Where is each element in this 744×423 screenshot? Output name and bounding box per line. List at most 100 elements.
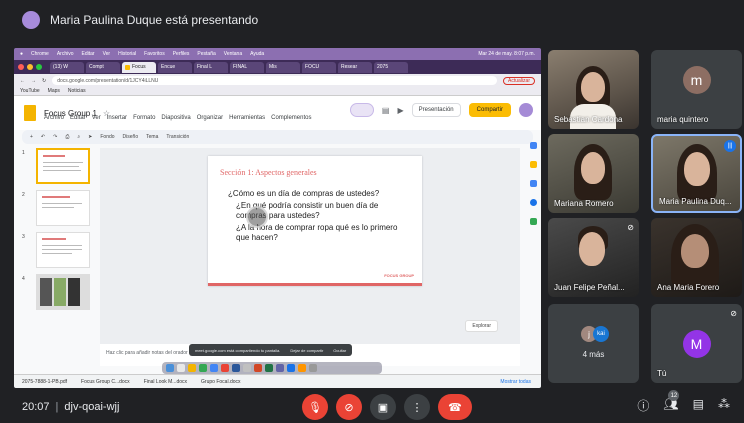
download-item: 2075-7888-1-PB.pdf xyxy=(22,378,68,385)
participant-tile[interactable]: Ana Maria Forero xyxy=(651,218,742,297)
chrome-icon xyxy=(210,364,218,372)
mac-menu-item: Historial xyxy=(118,51,137,57)
calendar-app-icon xyxy=(221,364,229,372)
zoom-app-icon xyxy=(287,364,295,372)
info-button[interactable]: ⓘ xyxy=(637,397,649,414)
participant-tile-active-speaker[interactable]: ||| Maria Paulina Duq... xyxy=(651,134,742,213)
browser-tab: FINAL xyxy=(230,61,264,73)
download-item: Grupo Focal.docx xyxy=(201,378,241,385)
powerpoint-icon xyxy=(254,364,262,372)
slides-menu-item: Diapositiva xyxy=(161,115,191,121)
mac-menu-item: Editar xyxy=(81,51,95,57)
participant-tile[interactable]: ⊘ Juan Felipe Peñal... xyxy=(548,218,639,297)
mac-clock: Mar 24 de may. 8:07 p.m. xyxy=(478,51,535,57)
slide-accent-bar xyxy=(208,283,422,286)
browser-tab-strip: (13) W Compt Focus Encue Final L FINAL M… xyxy=(14,60,541,74)
window-controls xyxy=(18,64,42,70)
preview-icon xyxy=(298,364,306,372)
browser-tab: (13) W xyxy=(50,61,84,73)
mac-menu-item: Favoritos xyxy=(144,51,165,57)
hide-button: Ocultar xyxy=(333,347,347,353)
bookmark-item: YouTube xyxy=(20,88,40,94)
toolbar-item: Diseño xyxy=(122,134,139,140)
self-avatar: M xyxy=(682,330,711,358)
slides-tab-icon xyxy=(125,64,130,70)
mic-off-icon: 🎙︎ xyxy=(308,401,322,414)
apple-icon: ● xyxy=(20,51,24,57)
mac-dock xyxy=(162,362,382,374)
more-participants-tile[interactable]: j kai 4 más xyxy=(548,304,639,383)
show-all-downloads: Mostrar todas xyxy=(500,378,531,385)
participant-name: Ana Maria Forero xyxy=(657,283,720,292)
camera-toggle-button[interactable]: ⊘ xyxy=(336,394,362,420)
screen-share-notice: meet.google.com está compartiendo tu pan… xyxy=(189,344,353,356)
present-icon: ▣ xyxy=(377,401,389,414)
mac-menu-item: Ayuda xyxy=(250,51,265,57)
toolbar-item: Fondo xyxy=(100,134,115,140)
more-participants-label: 4 más xyxy=(582,350,605,359)
browser-tab: Compt xyxy=(86,61,120,73)
account-avatar xyxy=(519,103,533,117)
meet-pill-icon xyxy=(349,103,374,117)
activities-button[interactable]: ⁂ xyxy=(718,397,730,414)
presenting-text: Maria Paulina Duque está presentando xyxy=(50,13,259,27)
bookmark-item: Noticias xyxy=(67,88,86,94)
mac-menu-item: Pestaña xyxy=(197,51,216,57)
leave-call-button[interactable]: ☎ xyxy=(438,394,472,420)
slides-menu-item: Archivo xyxy=(44,115,65,121)
slide-thumbnail xyxy=(36,274,90,310)
slide-thumbnail xyxy=(36,232,90,268)
info-icon: ⓘ xyxy=(637,399,650,413)
address-bar: ← → ↻ docs.google.com/presentation/d/1JC… xyxy=(14,74,541,87)
minimize-dot-icon xyxy=(27,64,33,70)
thumb-number: 2 xyxy=(22,192,25,198)
activities-icon: ⁂ xyxy=(718,397,730,411)
participant-tile[interactable]: Mariana Romero xyxy=(548,134,639,213)
more-avatars: j kai xyxy=(581,326,609,342)
participant-name: maria quintero xyxy=(657,115,709,124)
microphone-toggle-button[interactable]: 🎙︎ xyxy=(302,394,328,420)
undo-icon: ↶ xyxy=(40,134,46,140)
slides-menu-item: Complementos xyxy=(271,115,312,121)
more-options-button[interactable]: ⋮ xyxy=(404,394,430,420)
settings-icon xyxy=(243,364,251,372)
slides-header: Focus Group 1 ☆ Archivo Editar Ver Inser… xyxy=(14,96,541,130)
slide-thumbnail xyxy=(36,148,90,184)
participant-name: Tú xyxy=(657,369,667,378)
download-item: Focus Group C...docx xyxy=(81,378,130,385)
browser-tab-active: Focus xyxy=(122,61,156,73)
redo-icon: ↷ xyxy=(53,134,58,140)
share-button: Compartir xyxy=(468,103,511,117)
people-button[interactable]: 👥︎ 12 xyxy=(663,390,680,414)
word-icon xyxy=(232,364,240,372)
present-screen-button[interactable]: ▣ xyxy=(370,394,396,420)
side-panel-icons xyxy=(525,132,541,362)
reload-icon: ↻ xyxy=(42,77,47,84)
forward-arrow-icon: → xyxy=(31,77,36,84)
toolbar-item: Tema xyxy=(146,134,159,140)
slide-canvas: Sección 1: Aspectos generales ¿Cómo es u… xyxy=(100,148,520,344)
keep-icon xyxy=(529,161,537,168)
pointer-highlight-icon xyxy=(246,206,268,228)
participant-tile[interactable]: Sebastian Cardona xyxy=(548,50,639,129)
speaking-indicator-icon: ||| xyxy=(724,140,736,152)
thumb-number: 3 xyxy=(22,234,25,240)
slide-thumbnail xyxy=(36,190,90,226)
notes-app-icon xyxy=(188,364,196,372)
meeting-info: 20:07 | djv-qoai-wjj xyxy=(22,401,120,413)
participant-name: Mariana Romero xyxy=(554,199,614,208)
participant-name: Juan Felipe Peñal... xyxy=(554,283,625,292)
back-arrow-icon: ← xyxy=(20,77,25,84)
close-dot-icon xyxy=(18,64,24,70)
thumb-number: 4 xyxy=(22,276,25,282)
chat-button[interactable]: ▤ xyxy=(693,397,704,414)
camera-off-icon: ⊘ xyxy=(344,401,354,414)
browser-tab: Mis xyxy=(266,61,300,73)
slides-menu-item: Formato xyxy=(133,115,156,121)
url-field: docs.google.com/presentation/d/1JCY4iLLN… xyxy=(52,76,498,85)
more-vert-icon: ⋮ xyxy=(411,401,423,414)
self-tile[interactable]: M ⊘ Tú xyxy=(651,304,742,383)
clock: 20:07 xyxy=(22,401,50,413)
participant-tile[interactable]: m maria quintero xyxy=(651,50,742,129)
messages-icon xyxy=(199,364,207,372)
